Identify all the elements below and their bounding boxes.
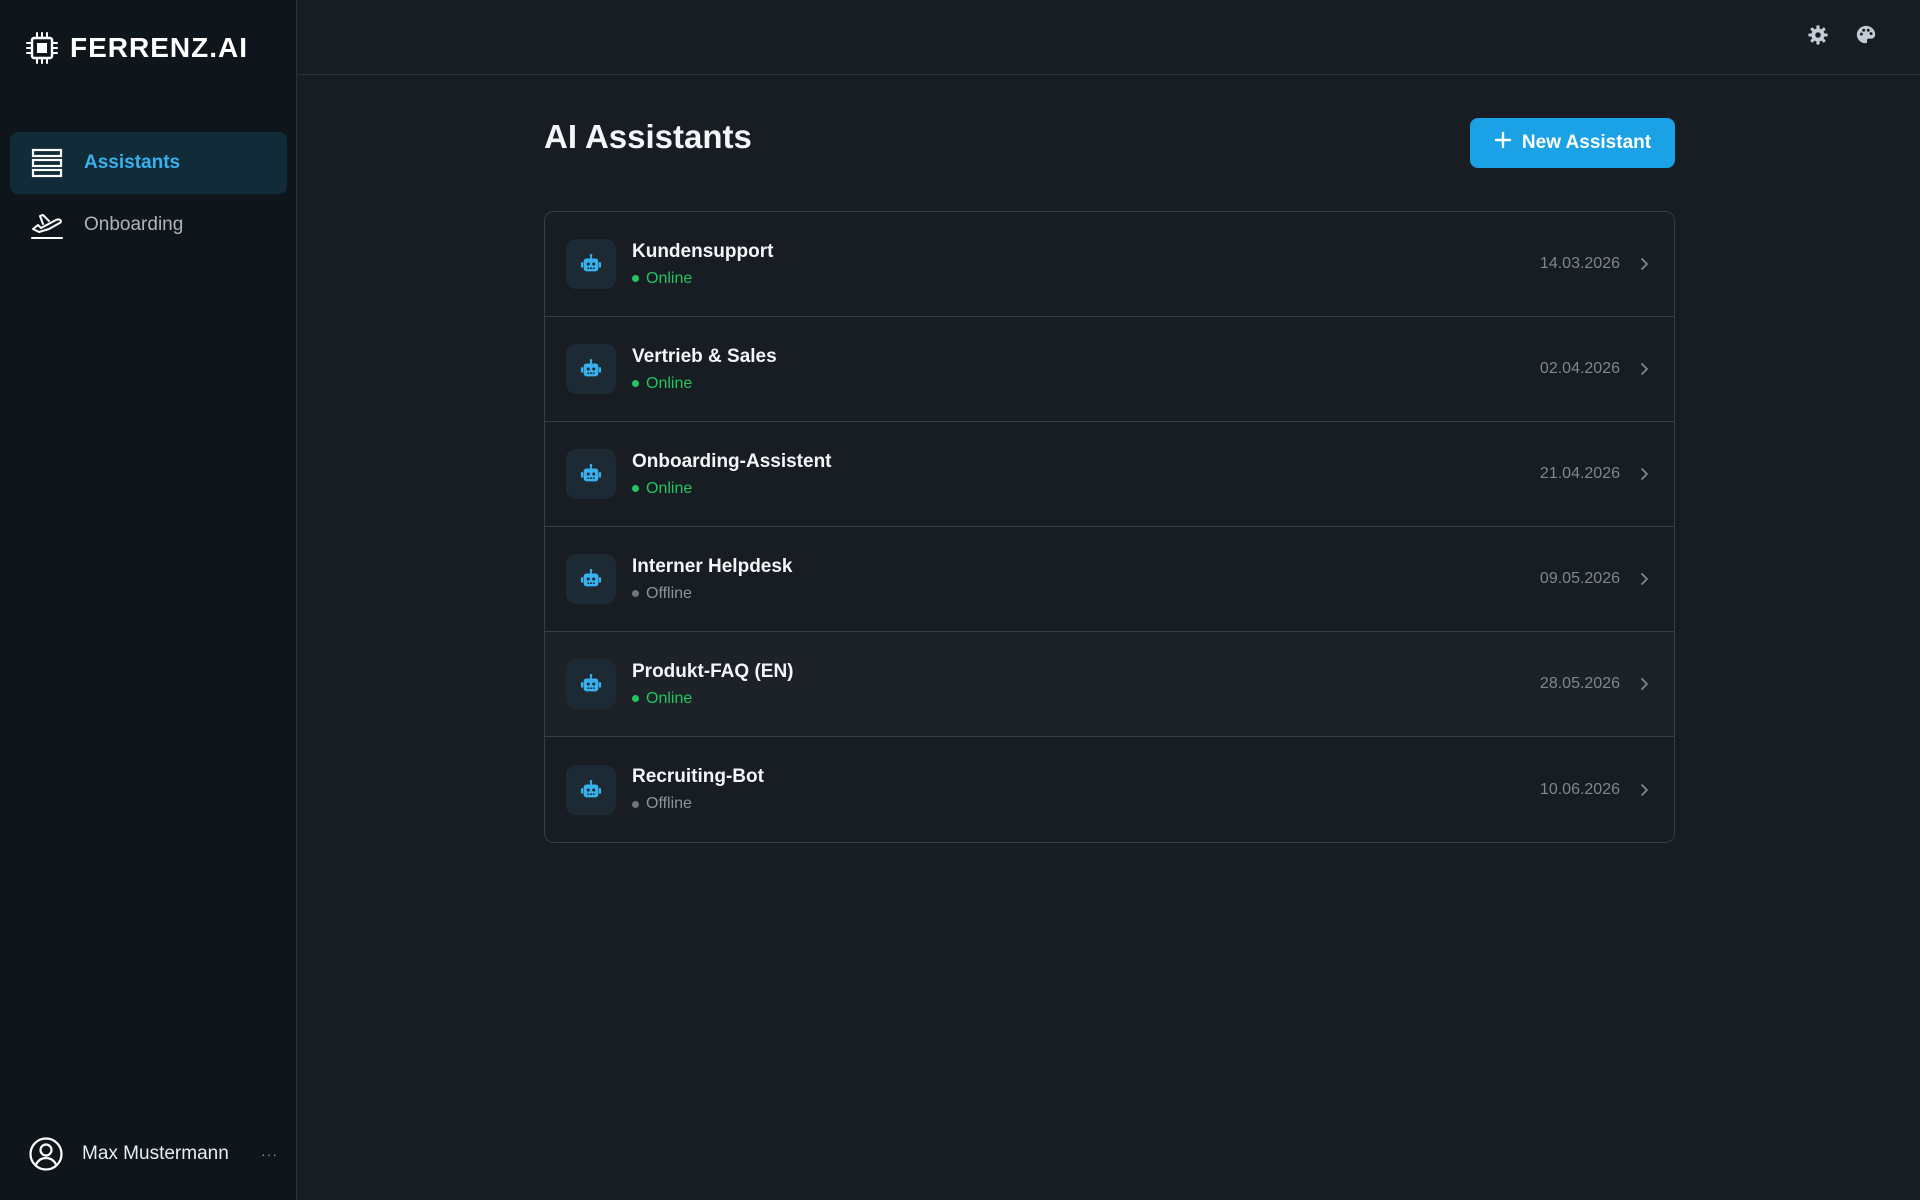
- status-dot: [632, 380, 639, 387]
- user-circle-icon: [28, 1136, 64, 1172]
- robot-icon: [566, 764, 616, 815]
- assistant-date: 02.04.2026: [1539, 360, 1620, 377]
- status-indicator: Online: [632, 375, 1540, 393]
- status-label: Online: [646, 269, 693, 287]
- assistant-date: 28.05.2026: [1539, 675, 1620, 692]
- sidebar-item-label: Assistants: [84, 152, 181, 173]
- status-indicator: Online: [632, 480, 1540, 498]
- sidebar-nav: Assistants Onboarding: [10, 132, 287, 256]
- user-menu[interactable]: Max Mustermann ···: [28, 1134, 278, 1174]
- chevron-right-icon: [1634, 464, 1654, 484]
- assistant-info: Vertrieb & Sales Online: [632, 346, 1540, 393]
- sidebar: FERRENZ.AI Assistants Onboarding Max Mus…: [0, 0, 297, 1200]
- status-indicator: Offline: [632, 585, 1540, 603]
- assistant-name: Recruiting-Bot: [632, 766, 764, 787]
- theme-button[interactable]: [1851, 22, 1881, 52]
- chevron-right-icon: [1634, 780, 1654, 800]
- gear-icon: [1807, 24, 1829, 51]
- page-title: AI Assistants: [544, 118, 752, 155]
- chevron-right-icon: [1634, 674, 1654, 694]
- chevron-right-icon: [1634, 359, 1654, 379]
- robot-icon: [566, 659, 616, 709]
- chip-icon: [24, 30, 60, 66]
- plus-icon: [1494, 131, 1512, 155]
- status-indicator: Online: [632, 270, 1540, 288]
- brand[interactable]: FERRENZ.AI: [24, 28, 248, 68]
- assistant-row[interactable]: Vertrieb & Sales Online 02.04.2026: [545, 317, 1674, 422]
- status-dot: [632, 275, 639, 282]
- assistant-name: Onboarding-Assistent: [632, 450, 832, 472]
- top-bar: [298, 0, 1920, 75]
- status-dot: [632, 695, 639, 702]
- chevron-right-icon: [1634, 569, 1654, 589]
- more-options-icon[interactable]: ···: [261, 1146, 278, 1162]
- robot-icon: [566, 344, 616, 394]
- sidebar-item-onboarding[interactable]: Onboarding: [10, 194, 287, 256]
- list-icon: [28, 144, 66, 182]
- assistant-info: Kundensupport Online: [632, 241, 1540, 288]
- status-dot: [632, 485, 639, 492]
- assistant-name: Interner Helpdesk: [632, 555, 793, 577]
- status-label: Online: [646, 374, 693, 392]
- new-assistant-button[interactable]: New Assistant: [1470, 118, 1675, 168]
- assistant-date: 14.03.2026: [1539, 255, 1620, 272]
- assistant-row[interactable]: Interner Helpdesk Offline 09.05.2026: [545, 527, 1674, 632]
- assistant-date: 10.06.2026: [1539, 780, 1620, 798]
- status-label: Offline: [646, 795, 692, 812]
- assistant-name: Vertrieb & Sales: [632, 345, 777, 367]
- assistant-row[interactable]: Kundensupport Online 14.03.2026: [545, 212, 1674, 317]
- new-assistant-label: New Assistant: [1521, 132, 1652, 153]
- status-label: Online: [646, 479, 693, 497]
- robot-icon: [566, 239, 616, 289]
- assistant-date: 21.04.2026: [1539, 465, 1620, 482]
- status-indicator: Online: [632, 690, 1540, 708]
- status-dot: [632, 590, 639, 597]
- plane-departure-icon: [28, 206, 66, 244]
- robot-icon: [566, 449, 616, 499]
- status-label: Online: [646, 689, 693, 707]
- robot-icon: [566, 554, 616, 604]
- assistant-info: Onboarding-Assistent Online: [632, 451, 1540, 498]
- assistant-list: Kundensupport Online 14.03.2026 Vertrieb…: [544, 211, 1675, 843]
- assistant-info: Recruiting-Bot Offline: [632, 766, 1540, 813]
- assistant-info: Interner Helpdesk Offline: [632, 556, 1540, 603]
- assistant-date: 09.05.2026: [1539, 570, 1620, 587]
- user-name: Max Mustermann: [82, 1143, 229, 1164]
- sidebar-item-label: Onboarding: [84, 214, 184, 235]
- assistant-row[interactable]: Onboarding-Assistent Online 21.04.2026: [545, 422, 1674, 527]
- palette-icon: [1855, 24, 1877, 51]
- status-dot: [632, 800, 639, 808]
- assistant-name: Kundensupport: [632, 240, 774, 262]
- assistant-row[interactable]: Recruiting-Bot Offline 10.06.2026: [545, 737, 1674, 842]
- assistant-name: Produkt-FAQ (EN): [632, 660, 794, 682]
- settings-button[interactable]: [1803, 22, 1833, 52]
- status-label: Offline: [646, 584, 692, 602]
- sidebar-item-assistants[interactable]: Assistants: [10, 132, 287, 194]
- assistant-row[interactable]: Produkt-FAQ (EN) Online 28.05.2026: [545, 632, 1674, 737]
- assistant-info: Produkt-FAQ (EN) Online: [632, 661, 1540, 708]
- brand-name: FERRENZ.AI: [70, 32, 248, 63]
- status-indicator: Offline: [632, 795, 1540, 813]
- chevron-right-icon: [1634, 254, 1654, 274]
